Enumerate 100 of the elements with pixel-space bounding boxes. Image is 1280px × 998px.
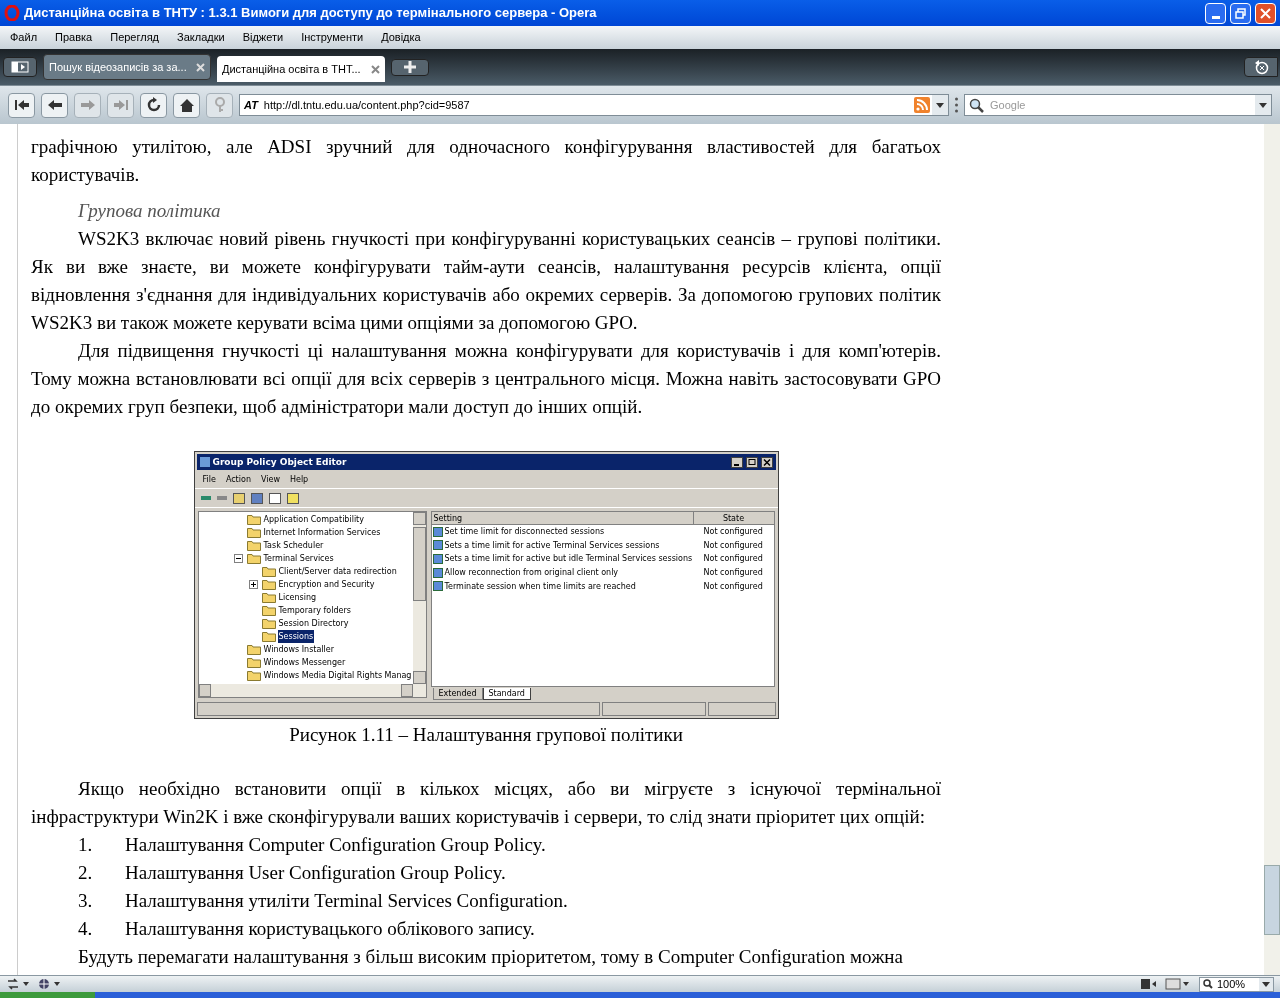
close-tab-icon[interactable] <box>371 64 380 74</box>
tree-item[interactable]: Sessions <box>277 630 315 643</box>
tree-item[interactable]: Windows Media Digital Rights Manag <box>262 669 413 682</box>
arrows-icon[interactable] <box>6 978 30 990</box>
paragraph: WS2K3 включає новий рівень гнучкості при конфігуруванні користувацьких сеансів – групові політики. Як ви вже знаєте, ви можете конфігурувати тайм-аути сеансів, налаштування ресурсів клієнта, опції відновлення з'єднання для індивідуальних користувачів або окремих серверів. За допомогою групових політик WS2K3 ви також можете керувати всіма цими опціями за допомогою GPO. <box>31 227 941 335</box>
list-item-text: Налаштування користувацького облікового запису. <box>125 917 535 941</box>
menu-item[interactable]: Перегляд <box>110 29 160 46</box>
zoom-level: 100% <box>1217 976 1247 992</box>
browser-logo-icon <box>4 5 20 21</box>
minimize-button[interactable] <box>730 456 743 468</box>
expand-icon[interactable] <box>248 580 258 589</box>
setting-name[interactable]: Set time limit for disconnected sessions <box>444 525 605 539</box>
menu-item[interactable]: Закладки <box>177 29 225 46</box>
column-header[interactable]: State <box>693 512 774 525</box>
plus-icon <box>404 61 416 73</box>
app-menu-item[interactable]: File <box>202 472 216 486</box>
browser-tab[interactable]: Пошук відеозаписів за за... <box>43 54 211 80</box>
address-field[interactable]: AT http://dl.tntu.edu.ua/content.php?cid=9587 <box>239 94 949 116</box>
policy-setting-icon <box>432 554 443 564</box>
app-menu-item[interactable]: Action <box>225 472 251 486</box>
scroll-up-button[interactable] <box>412 512 426 525</box>
reload-button[interactable] <box>140 92 167 118</box>
folder-icon <box>246 670 261 681</box>
home-button[interactable] <box>173 92 200 118</box>
new-tab-button[interactable] <box>391 58 429 76</box>
tree-item[interactable]: Session Directory <box>277 617 350 630</box>
scroll-left-button[interactable] <box>198 684 211 697</box>
restore-button[interactable] <box>1230 2 1251 24</box>
tree-item[interactable]: Terminal Services <box>262 552 335 565</box>
horizontal-scrollbar[interactable] <box>198 684 426 697</box>
tree-item[interactable]: Client/Server data redirection <box>277 565 398 578</box>
panel-toggle-button[interactable] <box>3 57 37 77</box>
setting-state: Not configured <box>702 553 763 566</box>
home-icon <box>178 97 195 113</box>
setting-name[interactable]: Sets a time limit for active but idle Terminal Services sessions <box>444 552 693 566</box>
paragraph: графічною утилітою, але ADSI зручний для одночасного конфігурування властивостей для багатьох користувачів. <box>31 135 941 187</box>
zoom-icon <box>1203 979 1213 989</box>
setting-name[interactable]: Terminate session when time limits are reached <box>444 579 636 593</box>
minimize-icon <box>1211 15 1220 19</box>
tree-item[interactable]: Windows Installer <box>262 643 336 656</box>
skip-back-icon <box>13 98 30 112</box>
view-tab[interactable]: Standard <box>482 688 531 700</box>
folder-icon <box>261 618 276 629</box>
search-icon <box>969 97 984 113</box>
list-number: 2. <box>78 861 94 885</box>
closed-tabs-button[interactable] <box>1244 57 1278 77</box>
tree-item[interactable]: Licensing <box>277 591 318 604</box>
scroll-thumb[interactable] <box>1264 865 1280 935</box>
view-tab[interactable]: Extended <box>432 688 483 700</box>
scroll-thumb[interactable] <box>412 527 426 601</box>
policy-setting-icon <box>432 540 443 551</box>
menu-item[interactable]: Файл <box>10 29 38 46</box>
policy-setting-icon <box>432 581 443 592</box>
image-icon[interactable] <box>1165 978 1191 990</box>
menu-item[interactable]: Віджети <box>242 29 284 46</box>
scroll-down-button[interactable] <box>412 671 426 684</box>
tree-item[interactable]: Task Scheduler <box>262 539 325 552</box>
folder-icon <box>246 553 261 564</box>
setting-state: Not configured <box>702 567 763 580</box>
search-box[interactable]: Google <box>964 94 1272 116</box>
app-title: Group Policy Object Editor <box>212 455 348 469</box>
globe-icon[interactable] <box>38 978 62 990</box>
search-input[interactable]: Google <box>990 96 1255 114</box>
menu-item[interactable]: Інструменти <box>301 29 364 46</box>
tree-item[interactable]: Internet Information Services <box>262 526 382 539</box>
policy-setting-icon <box>432 526 443 537</box>
tree-item[interactable]: Windows Messenger <box>262 656 347 669</box>
setting-name[interactable]: Sets a time limit for active Terminal Services sessions <box>444 538 660 552</box>
caret-icon <box>1259 102 1267 108</box>
tree-item[interactable]: Application Compatibility <box>262 513 365 526</box>
app-menu-item[interactable]: Help <box>289 472 309 486</box>
column-header[interactable]: Setting <box>431 512 694 525</box>
vertical-scrollbar[interactable] <box>412 512 426 684</box>
list-number: 1. <box>78 833 94 857</box>
window-title: Дистанційна освіта в ТНТУ : 1.3.1 Вимоги для доступу до термінального сервера - Opera <box>24 4 598 23</box>
policy-setting-icon <box>432 567 443 578</box>
close-icon <box>1260 7 1271 19</box>
paragraph: Якщо необхідно встановити опції в кількох місцях, або ви мігруєте з існуючої термінальної інфраструктури Win2K і вже сконфігурували ваших користувачів і сервери, то слід знати пріоритет цих опцій: <box>31 777 941 829</box>
scrollbar[interactable] <box>1264 124 1280 975</box>
maximize-button[interactable] <box>745 456 758 468</box>
paragraph: Будуть перемагати налаштування з більш високим пріоритетом, тому в Computer Configuration можна <box>77 945 904 969</box>
grip-icon <box>955 97 958 113</box>
search-engine-dropdown[interactable] <box>1255 95 1271 115</box>
rewind-button[interactable] <box>8 92 35 118</box>
app-menu-item[interactable]: View <box>260 472 280 486</box>
close-button[interactable] <box>760 456 773 468</box>
folder-icon <box>261 592 276 603</box>
collapse-icon[interactable] <box>233 554 243 563</box>
dropdown-button[interactable] <box>932 95 948 115</box>
rss-feed-icon <box>914 97 930 113</box>
back-button[interactable] <box>41 92 68 118</box>
menu-item[interactable]: Довідка <box>381 29 421 46</box>
zoom-control[interactable]: 100% <box>1199 976 1274 992</box>
browser-tab[interactable]: Дистанційна освіта в ТНТ... <box>217 56 385 82</box>
menu-item[interactable]: Правка <box>55 29 93 46</box>
setting-name[interactable]: Allow reconnection from original client only <box>444 566 619 580</box>
tree-item[interactable]: Temporary folders <box>277 604 352 617</box>
list-number: 3. <box>78 889 94 913</box>
scroll-right-button[interactable] <box>400 684 413 697</box>
tree-item[interactable]: Encryption and Security <box>277 578 376 591</box>
